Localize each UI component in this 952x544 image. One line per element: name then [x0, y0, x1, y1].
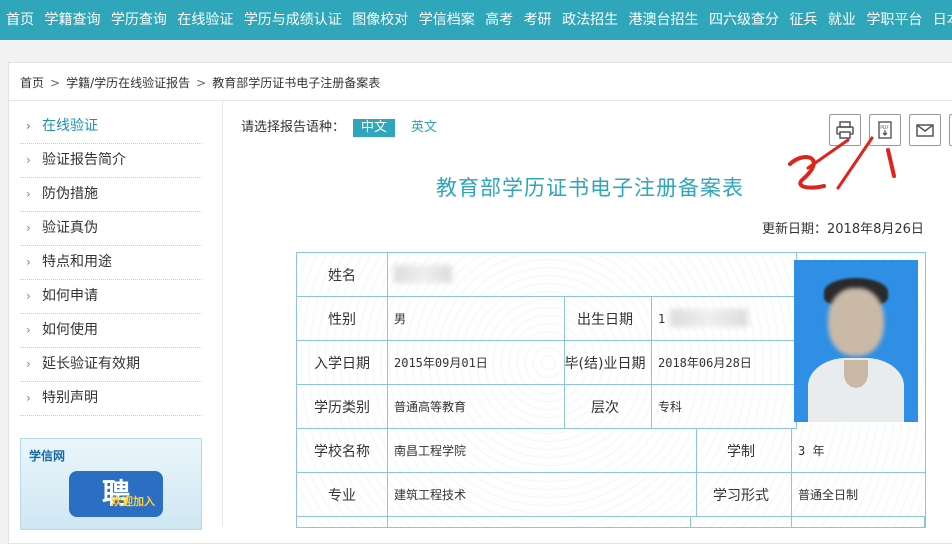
print-button[interactable]	[829, 114, 861, 146]
chevron-right-icon: ›	[26, 391, 31, 405]
chevron-right-icon: ›	[26, 119, 31, 133]
nav-kaoyan[interactable]: 考研	[524, 0, 552, 40]
label-gender: 性别	[297, 297, 388, 341]
label-school: 学校名称	[297, 429, 388, 473]
breadcrumb: 首页 > 学籍/学历在线验证报告 > 教育部学历证书电子注册备案表	[20, 74, 380, 91]
nav-jiuye[interactable]: 就业	[828, 0, 856, 40]
student-photo	[794, 260, 918, 422]
sidebar-item-label: 在线验证	[42, 118, 98, 134]
sidebar-item-apply[interactable]: › 如何申请	[20, 280, 202, 314]
chevron-right-icon: ›	[26, 153, 31, 167]
language-label: 请选择报告语种：	[241, 120, 346, 135]
nav-gat[interactable]: 港澳台招生	[629, 0, 699, 40]
value-level: 专科	[652, 385, 797, 429]
email-button[interactable]	[909, 114, 941, 146]
chevron-right-icon: ›	[26, 289, 31, 303]
header-divider	[8, 100, 952, 101]
table-row-partial	[792, 517, 925, 527]
table-row-partial	[388, 517, 691, 527]
nav-zhengfa[interactable]: 政法招生	[562, 0, 618, 40]
lang-zh-button[interactable]: 中文	[353, 119, 396, 137]
chevron-right-icon: ›	[26, 323, 31, 337]
recruit-banner[interactable]: 学信网 聘 欢迎加入	[20, 438, 202, 530]
print-icon	[836, 121, 854, 139]
sidebar-item-verify[interactable]: › 验证真伪	[20, 212, 202, 246]
value-birth-text: 1	[658, 311, 666, 326]
nav-image-check[interactable]: 图像校对	[352, 0, 408, 40]
sidebar-item-label: 验证报告简介	[42, 152, 126, 168]
pdf-icon: PDF	[878, 121, 892, 139]
label-type: 学历类别	[297, 385, 388, 429]
nav-xueji[interactable]: 学籍查询	[44, 0, 100, 40]
breadcrumb-home[interactable]: 首页	[20, 76, 44, 90]
top-nav: 首页 学籍查询 学历查询 在线验证 学历与成绩认证 图像校对 学信档案 高考 考…	[0, 0, 952, 40]
label-grad: 毕(结)业日期	[559, 341, 652, 385]
nav-archive[interactable]: 学信档案	[419, 0, 475, 40]
sidebar-item-label: 如何使用	[42, 322, 98, 338]
photo-collar	[844, 360, 868, 388]
nav-cert[interactable]: 学历与成绩认证	[244, 0, 342, 40]
label-birth: 出生日期	[559, 297, 652, 341]
breadcrumb-report[interactable]: 学籍/学历在线验证报告	[66, 76, 190, 90]
value-type: 普通高等教育	[388, 385, 565, 429]
nav-online-verify[interactable]: 在线验证	[177, 0, 233, 40]
language-selector: 请选择报告语种： 中文 英文	[241, 116, 445, 137]
value-gender: 男	[388, 297, 565, 341]
value-school: 南昌工程学院	[388, 429, 697, 473]
ad-small-text: 欢迎加入	[111, 495, 155, 508]
value-form: 普通全日制	[792, 473, 925, 517]
table-row-partial	[297, 517, 388, 527]
sidebar-divider	[222, 100, 223, 526]
value-name	[388, 253, 797, 297]
nav-xuezhi[interactable]: 学职平台	[866, 0, 922, 40]
label-major: 专业	[297, 473, 388, 517]
sidebar-item-extend[interactable]: › 延长验证有效期	[20, 348, 202, 382]
chevron-right-icon: ›	[26, 255, 31, 269]
value-birth: 1	[652, 297, 797, 341]
label-enroll: 入学日期	[297, 341, 388, 385]
nav-home[interactable]: 首页	[6, 0, 34, 40]
nav-gaokao[interactable]: 高考	[485, 0, 513, 40]
value-grad: 2018年06月28日	[652, 341, 797, 385]
value-enroll: 2015年09月01日	[388, 341, 565, 385]
sidebar: › 在线验证 › 验证报告简介 › 防伪措施 › 验证真伪 › 特点和用途 › 如何申请 ›…	[20, 110, 202, 416]
update-date: 更新日期：2018年8月26日	[762, 222, 924, 237]
breadcrumb-current: 教育部学历证书电子注册备案表	[212, 76, 381, 90]
nav-japan[interactable]: 日本频道	[933, 0, 952, 40]
label-level: 层次	[559, 385, 652, 429]
pdf-download-button[interactable]: PDF	[869, 114, 901, 146]
sidebar-item-label: 如何申请	[42, 288, 98, 304]
label-duration: 学制	[691, 429, 792, 473]
photo-face	[828, 288, 884, 356]
sidebar-item-usage[interactable]: › 如何使用	[20, 314, 202, 348]
sidebar-item-intro[interactable]: › 验证报告简介	[20, 144, 202, 178]
value-duration: 3 年	[792, 429, 925, 473]
chevron-right-icon: ›	[26, 357, 31, 371]
lang-en-button[interactable]: 英文	[403, 119, 445, 137]
value-major: 建筑工程技术	[388, 473, 697, 517]
mail-icon	[916, 124, 934, 137]
sidebar-item-label: 防伪措施	[42, 186, 98, 202]
nav-xueli[interactable]: 学历查询	[111, 0, 167, 40]
chevron-right-icon: ›	[26, 187, 31, 201]
sidebar-item-label: 特点和用途	[42, 254, 112, 270]
sidebar-item-anticounterfeit[interactable]: › 防伪措施	[20, 178, 202, 212]
sidebar-item-label: 特别声明	[42, 390, 98, 406]
nav-zhengbing[interactable]: 征兵	[789, 0, 817, 40]
label-form: 学习形式	[691, 473, 792, 517]
ad-brand: 学信网	[29, 449, 66, 463]
chevron-right-icon: ›	[26, 221, 31, 235]
sidebar-item-features[interactable]: › 特点和用途	[20, 246, 202, 280]
sidebar-item-statement[interactable]: › 特别声明	[20, 382, 202, 416]
label-name: 姓名	[297, 253, 388, 297]
breadcrumb-sep: >	[196, 76, 207, 90]
sidebar-item-online-verify[interactable]: › 在线验证	[20, 110, 202, 144]
breadcrumb-sep: >	[50, 76, 61, 90]
table-row-partial	[691, 517, 792, 527]
sidebar-item-label: 验证真伪	[42, 220, 98, 236]
page-title: 教育部学历证书电子注册备案表	[436, 176, 744, 200]
sidebar-item-label: 延长验证有效期	[42, 356, 140, 372]
nav-cet[interactable]: 四六级查分	[709, 0, 779, 40]
